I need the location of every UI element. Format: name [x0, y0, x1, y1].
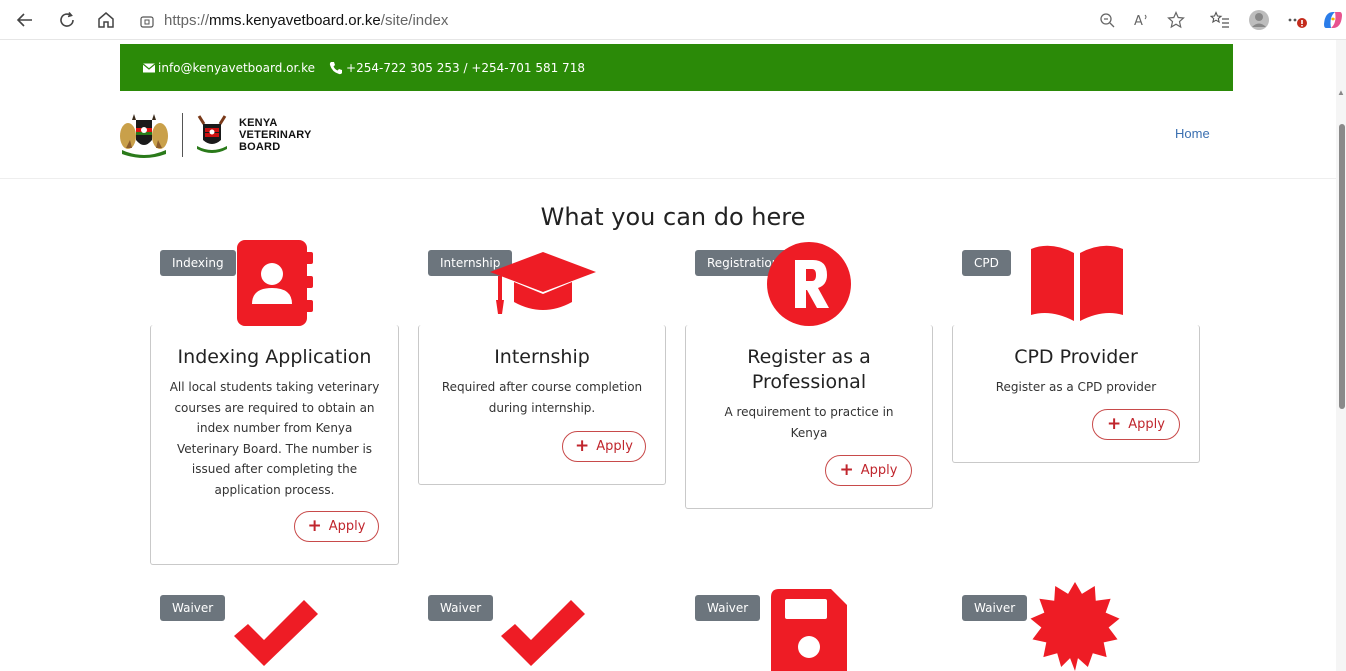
brand-line-1: KENYA: [239, 117, 278, 129]
plus-icon: +: [307, 516, 322, 536]
veterinary-board-emblem-icon: [197, 115, 227, 153]
browser-toolbar: https://mms.kenyavetboard.or.ke/site/ind…: [0, 0, 1346, 40]
badge-waiver-4: Waiver: [962, 595, 1028, 621]
scroll-up-arrow-icon[interactable]: ▲: [1337, 88, 1345, 98]
card-title: CPD Provider: [1014, 346, 1138, 368]
contact-email[interactable]: info@kenyavetboard.or.ke: [143, 61, 315, 75]
card-title: Indexing Application: [177, 346, 372, 368]
brand-line-3: BOARD: [239, 141, 281, 153]
card-description: Required after course completion during …: [441, 380, 643, 415]
card-indexing: Indexing Application All local students …: [150, 325, 399, 565]
card-description: Register as a CPD provider: [995, 380, 1157, 394]
site-info-icon[interactable]: [140, 14, 154, 28]
internship-apply-button[interactable]: + Apply: [562, 431, 646, 462]
address-bar[interactable]: https://mms.kenyavetboard.or.ke/site/ind…: [132, 7, 1192, 34]
more-options-icon[interactable]: [1285, 9, 1311, 31]
url-protocol: https://: [164, 12, 210, 29]
contact-phone[interactable]: +254-722 305 253 / +254-701 581 718: [329, 61, 585, 75]
apply-label: Apply: [1128, 417, 1165, 432]
badge-cpd: CPD: [962, 250, 1011, 276]
contact-email-text: info@kenyavetboard.or.ke: [158, 60, 316, 75]
url-host: mms.kenyavetboard.or.ke: [209, 12, 381, 29]
registered-r-icon: [767, 242, 851, 331]
floppy-disk-icon: [771, 589, 847, 671]
read-aloud-icon[interactable]: A: [1131, 9, 1153, 31]
badge-waiver-3: Waiver: [695, 595, 761, 621]
checkmark-icon: [497, 594, 587, 671]
apply-label: Apply: [328, 519, 366, 534]
back-icon[interactable]: [14, 9, 36, 31]
url-text: https://mms.kenyavetboard.or.ke/site/ind…: [164, 12, 448, 29]
brand-name: KENYA VETERINARY BOARD: [239, 117, 312, 153]
card-description: A requirement to practice in Kenya: [724, 405, 894, 440]
svg-text:A: A: [1134, 14, 1143, 28]
card-description: All local students taking veterinary cou…: [169, 380, 380, 497]
card-registration: Register as a Professional A requirement…: [685, 325, 933, 509]
kenya-coat-of-arms-icon: [120, 114, 168, 158]
plus-icon: +: [575, 436, 590, 456]
page-scrollbar[interactable]: ▲ ▼: [1336, 40, 1346, 671]
book-open-icon: [1029, 243, 1125, 326]
refresh-icon[interactable]: [56, 9, 78, 31]
page-title: What you can do here: [540, 203, 806, 231]
card-title: Internship: [494, 346, 590, 368]
copilot-icon[interactable]: [1320, 9, 1346, 31]
badge-waiver-1: Waiver: [160, 595, 226, 621]
site-header: KENYA VETERINARY BOARD Home: [0, 91, 1336, 179]
envelope-icon: [143, 63, 155, 72]
indexing-apply-button[interactable]: + Apply: [294, 511, 379, 542]
brand-logo-link[interactable]: KENYA VETERINARY BOARD: [118, 109, 312, 161]
card-cpd: CPD Provider Register as a CPD provider …: [952, 325, 1200, 463]
logo-divider: [182, 113, 183, 157]
apply-label: Apply: [596, 439, 633, 454]
registration-apply-button[interactable]: + Apply: [825, 455, 912, 486]
badge-indexing: Indexing: [160, 250, 236, 276]
zoom-icon[interactable]: [1097, 9, 1117, 31]
card-internship: Internship Required after course complet…: [418, 325, 666, 485]
graduation-cap-icon: [488, 250, 598, 325]
favorite-star-icon[interactable]: [1165, 9, 1187, 31]
certificate-badge-icon: [1030, 582, 1120, 671]
nav-home-link[interactable]: Home: [1175, 126, 1210, 141]
home-icon[interactable]: [95, 9, 117, 31]
checkmark-icon: [230, 594, 320, 671]
address-book-icon: [237, 240, 313, 331]
badge-waiver-2: Waiver: [428, 595, 494, 621]
profile-avatar-icon[interactable]: [1247, 9, 1271, 31]
contact-bar: info@kenyavetboard.or.ke +254-722 305 25…: [120, 44, 1233, 91]
cpd-apply-button[interactable]: + Apply: [1092, 409, 1180, 440]
url-path: /site/index: [380, 12, 449, 29]
contact-phone-text: +254-722 305 253 / +254-701 581 718: [346, 60, 585, 75]
favorites-list-icon[interactable]: [1208, 9, 1232, 31]
apply-label: Apply: [860, 463, 898, 478]
scroll-thumb[interactable]: [1339, 124, 1345, 409]
brand-line-2: VETERINARY: [239, 129, 312, 141]
plus-icon: +: [839, 460, 854, 480]
phone-icon: [329, 61, 343, 74]
card-title: Register as a Professional: [747, 346, 871, 393]
plus-icon: +: [1107, 414, 1122, 434]
